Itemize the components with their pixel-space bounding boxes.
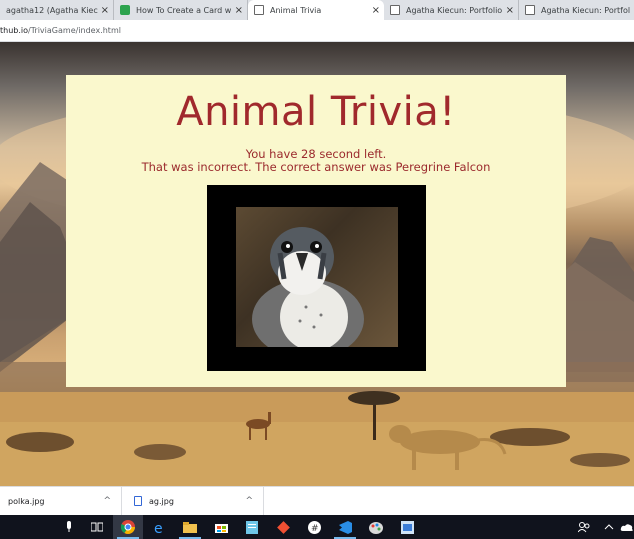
tab-github[interactable]: agatha12 (Agatha Kiecun) × <box>0 0 114 20</box>
chevron-up-icon[interactable]: ^ <box>245 496 253 506</box>
chevron-up-icon[interactable]: ^ <box>103 496 111 506</box>
vscode-icon[interactable] <box>330 515 360 539</box>
download-filename: polka.jpg <box>8 496 45 506</box>
page-title: Animal Trivia! <box>176 89 456 135</box>
chrome-icon[interactable] <box>113 515 143 539</box>
tab-portfolio-1[interactable]: Agatha Kiecun: Portfolio × <box>384 0 519 20</box>
notepad-icon[interactable] <box>237 515 267 539</box>
download-item[interactable]: polka.jpg ^ <box>0 487 122 515</box>
tab-title: Agatha Kiecun: Portfolio <box>541 5 630 15</box>
tab-title: Agatha Kiecun: Portfolio <box>406 5 503 15</box>
address-bar[interactable]: thub.io/TriviaGame/index.html <box>0 20 634 42</box>
tab-portfolio-2[interactable]: Agatha Kiecun: Portfolio <box>519 0 634 20</box>
close-icon[interactable]: × <box>372 5 380 16</box>
git-icon[interactable] <box>268 515 298 539</box>
paint-icon[interactable] <box>361 515 391 539</box>
close-icon[interactable]: × <box>235 5 243 16</box>
task-view-icon[interactable] <box>82 515 112 539</box>
timer-text: You have 28 second left. <box>245 147 387 161</box>
tab-animal-trivia[interactable]: Animal Trivia × <box>248 0 384 20</box>
close-icon[interactable]: × <box>506 5 514 16</box>
document-icon <box>390 5 400 15</box>
document-icon <box>254 5 264 15</box>
document-icon <box>525 5 535 15</box>
store-icon[interactable] <box>206 515 236 539</box>
page-viewport: Animal Trivia! You have 28 second left. … <box>0 42 634 486</box>
download-filename: ag.jpg <box>149 496 174 506</box>
svg-text:#: # <box>311 524 319 534</box>
tab-strip: agatha12 (Agatha Kiecun) × How To Create… <box>0 0 634 20</box>
downloads-bar: polka.jpg ^ ag.jpg ^ <box>0 486 634 515</box>
tab-title: Animal Trivia <box>270 5 322 15</box>
tab-title: agatha12 (Agatha Kiecun) <box>6 5 98 15</box>
answer-image <box>236 207 398 347</box>
trivia-card: Animal Trivia! You have 28 second left. … <box>66 75 566 387</box>
download-item[interactable]: ag.jpg ^ <box>122 487 264 515</box>
tab-create-card[interactable]: How To Create a Card with C × <box>114 0 248 20</box>
tab-title: How To Create a Card with C <box>136 5 232 15</box>
file-icon <box>134 496 142 506</box>
app-icon[interactable] <box>392 515 422 539</box>
codebay-icon <box>120 5 130 15</box>
answer-image-frame <box>207 185 426 371</box>
taskbar: e # <box>0 515 634 539</box>
cloud-icon[interactable] <box>612 515 634 539</box>
close-icon[interactable]: × <box>101 5 109 16</box>
file-explorer-icon[interactable] <box>175 515 205 539</box>
url-path: /TriviaGame/index.html <box>28 26 121 35</box>
url-host: thub.io <box>0 26 29 35</box>
svg-text:e: e <box>154 521 163 534</box>
microphone-icon[interactable] <box>54 515 84 539</box>
result-text: That was incorrect. The correct answer w… <box>141 160 491 174</box>
slack-icon[interactable]: # <box>299 515 329 539</box>
falcon-image <box>252 227 364 347</box>
edge-icon[interactable]: e <box>144 515 174 539</box>
